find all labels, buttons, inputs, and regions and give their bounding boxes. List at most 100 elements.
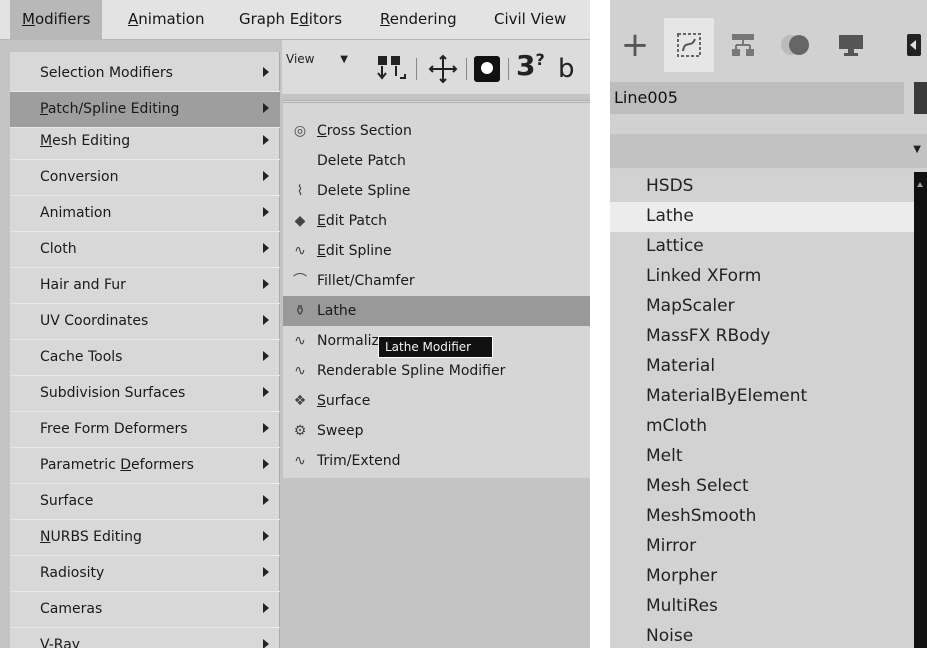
submenu-item-delete-spline[interactable]: ⌇ Delete Spline	[283, 176, 590, 206]
menu-rendering[interactable]: Rendering	[380, 10, 457, 28]
lathe-tooltip: Lathe Modifier	[378, 336, 493, 358]
list-item[interactable]: MeshSmooth	[610, 502, 914, 532]
list-item-label: Melt	[646, 446, 683, 466]
menu-item-mnemonic: M	[40, 133, 53, 149]
submenu-arrow-icon	[263, 351, 269, 361]
menu-item-radiosity[interactable]: Radiosity	[10, 556, 280, 592]
plus-icon: +	[620, 25, 650, 65]
submenu-item-edit-patch[interactable]: ◆ Edit Patch	[283, 206, 590, 236]
list-item[interactable]: Melt	[610, 442, 914, 472]
cross-section-icon: ◎	[293, 123, 307, 139]
list-item[interactable]: Mesh Select	[610, 472, 914, 502]
select-object-button[interactable]	[474, 56, 500, 82]
list-item-label: Linked XForm	[646, 266, 762, 286]
menu-item-cache-tools[interactable]: Cache Tools	[10, 340, 280, 376]
list-item[interactable]: MultiRes	[610, 592, 914, 622]
list-item-selected[interactable]: Lathe	[610, 202, 914, 232]
submenu-arrow-icon	[263, 495, 269, 505]
submenu-item-trim-extend[interactable]: ∿ Trim/Extend	[283, 446, 590, 476]
list-item[interactable]: Mirror	[610, 532, 914, 562]
menu-item-uv-coordinates[interactable]: UV Coordinates	[10, 304, 280, 340]
submenu-item-label-rest: dit Spline	[325, 243, 392, 259]
menu-item-conversion[interactable]: Conversion	[10, 160, 280, 196]
list-item[interactable]: MapScaler	[610, 292, 914, 322]
command-panel: + Line005 ▼ HSDS Lathe Lattice Linked XF…	[610, 0, 927, 648]
move-icon[interactable]	[428, 54, 458, 88]
submenu-item-edit-spline[interactable]: ∿ Edit Spline	[283, 236, 590, 266]
menu-modifiers[interactable]: Modifiers	[10, 0, 103, 40]
list-item[interactable]: Morpher	[610, 562, 914, 592]
display-tab[interactable]	[826, 18, 876, 72]
submenu-arrow-icon	[263, 171, 269, 181]
list-item-label: MapScaler	[646, 296, 735, 316]
viewport-area	[283, 478, 590, 648]
motion-icon	[781, 35, 809, 55]
modifier-list: HSDS Lathe Lattice Linked XForm MapScale…	[610, 172, 914, 648]
list-item[interactable]: Linked XForm	[610, 262, 914, 292]
menu-item-patch-spline-editing[interactable]: Patch/Spline Editing	[10, 92, 280, 128]
select-and-link-icon[interactable]	[376, 54, 406, 86]
list-item[interactable]: MaterialByElement	[610, 382, 914, 412]
list-item[interactable]: Lattice	[610, 232, 914, 262]
list-item[interactable]: HSDS	[610, 172, 914, 202]
toolbar-separator	[466, 58, 467, 80]
menu-item-cloth[interactable]: Cloth	[10, 232, 280, 268]
menu-item-selection-modifiers[interactable]: Selection Modifiers	[10, 56, 280, 92]
menu-item-label: Parametric Deformers	[40, 457, 194, 473]
view-dropdown-label: View	[286, 52, 315, 66]
object-color-swatch[interactable]	[914, 82, 927, 114]
menu-bar: Modifiers Animation Graph Editors Render…	[0, 0, 590, 40]
toolbar-separator	[416, 58, 417, 80]
submenu-item-surface[interactable]: ❖ Surface	[283, 386, 590, 416]
modifier-list-dropdown[interactable]: ▼	[610, 134, 927, 168]
list-item-label: Noise	[646, 626, 694, 646]
menu-animation-label: nimation	[138, 10, 205, 28]
menu-item-label: Free Form Deformers	[40, 421, 188, 437]
menu-item-mesh-editing[interactable]: Mesh Editing	[10, 124, 280, 160]
menu-civil-view[interactable]: Civil View	[494, 10, 566, 28]
snap-3d-icon[interactable]: 3?	[516, 52, 545, 80]
motion-tab[interactable]	[772, 18, 822, 72]
menu-graph-editors[interactable]: Graph Editors	[239, 10, 342, 28]
menu-item-nurbs-editing[interactable]: NURBS Editing	[10, 520, 280, 556]
menu-item-label: Cache Tools	[40, 349, 123, 365]
submenu-item-delete-patch[interactable]: Delete Patch	[283, 146, 590, 176]
view-dropdown[interactable]: View ▼	[286, 52, 348, 72]
create-tab[interactable]: +	[610, 18, 660, 72]
submenu-item-label: Lathe	[317, 303, 357, 319]
scroll-tabs-left-button[interactable]	[907, 34, 921, 56]
list-item[interactable]: mCloth	[610, 412, 914, 442]
menu-item-cameras[interactable]: Cameras	[10, 592, 280, 628]
modify-tab[interactable]	[664, 18, 714, 72]
object-name-field[interactable]: Line005	[610, 82, 904, 114]
menu-item-parametric-deformers[interactable]: Parametric Deformers	[10, 448, 280, 484]
menu-item-animation[interactable]: Animation	[10, 196, 280, 232]
menu-item-label: Cloth	[40, 241, 77, 257]
submenu-item-renderable-spline[interactable]: ∿ Renderable Spline Modifier	[283, 356, 590, 386]
submenu-arrow-icon	[263, 567, 269, 577]
list-item-label: mCloth	[646, 416, 707, 436]
list-item[interactable]: MassFX RBody	[610, 322, 914, 352]
menu-item-label: Patch/Spline Editing	[40, 101, 179, 117]
submenu-item-sweep[interactable]: ⚙ Sweep	[283, 416, 590, 446]
menu-item-free-form-deformers[interactable]: Free Form Deformers	[10, 412, 280, 448]
next-tool-icon[interactable]: b	[558, 56, 575, 82]
submenu-item-label: Edit Patch	[317, 213, 387, 229]
list-item-label: MassFX RBody	[646, 326, 771, 346]
list-item[interactable]: Noise	[610, 622, 914, 648]
menu-animation[interactable]: Animation	[128, 10, 204, 28]
menu-item-hair-and-fur[interactable]: Hair and Fur	[10, 268, 280, 304]
modifier-list-scrollbar[interactable]	[914, 172, 927, 648]
list-item[interactable]: Material	[610, 352, 914, 382]
menu-item-v-ray[interactable]: V-Ray	[10, 628, 280, 648]
list-item-label: Lathe	[646, 206, 694, 226]
submenu-item-cross-section[interactable]: ◎ Cross Section	[283, 116, 590, 146]
renderable-spline-icon: ∿	[294, 363, 306, 379]
menu-item-subdivision-surfaces[interactable]: Subdivision Surfaces	[10, 376, 280, 412]
hierarchy-tab[interactable]	[718, 18, 768, 72]
list-item-label: Morpher	[646, 566, 718, 586]
submenu-item-lathe[interactable]: ⚱ Lathe	[283, 296, 590, 326]
list-item-label: Mirror	[646, 536, 697, 556]
submenu-item-fillet-chamfer[interactable]: ⌒ Fillet/Chamfer	[283, 266, 590, 296]
menu-item-surface[interactable]: Surface	[10, 484, 280, 520]
